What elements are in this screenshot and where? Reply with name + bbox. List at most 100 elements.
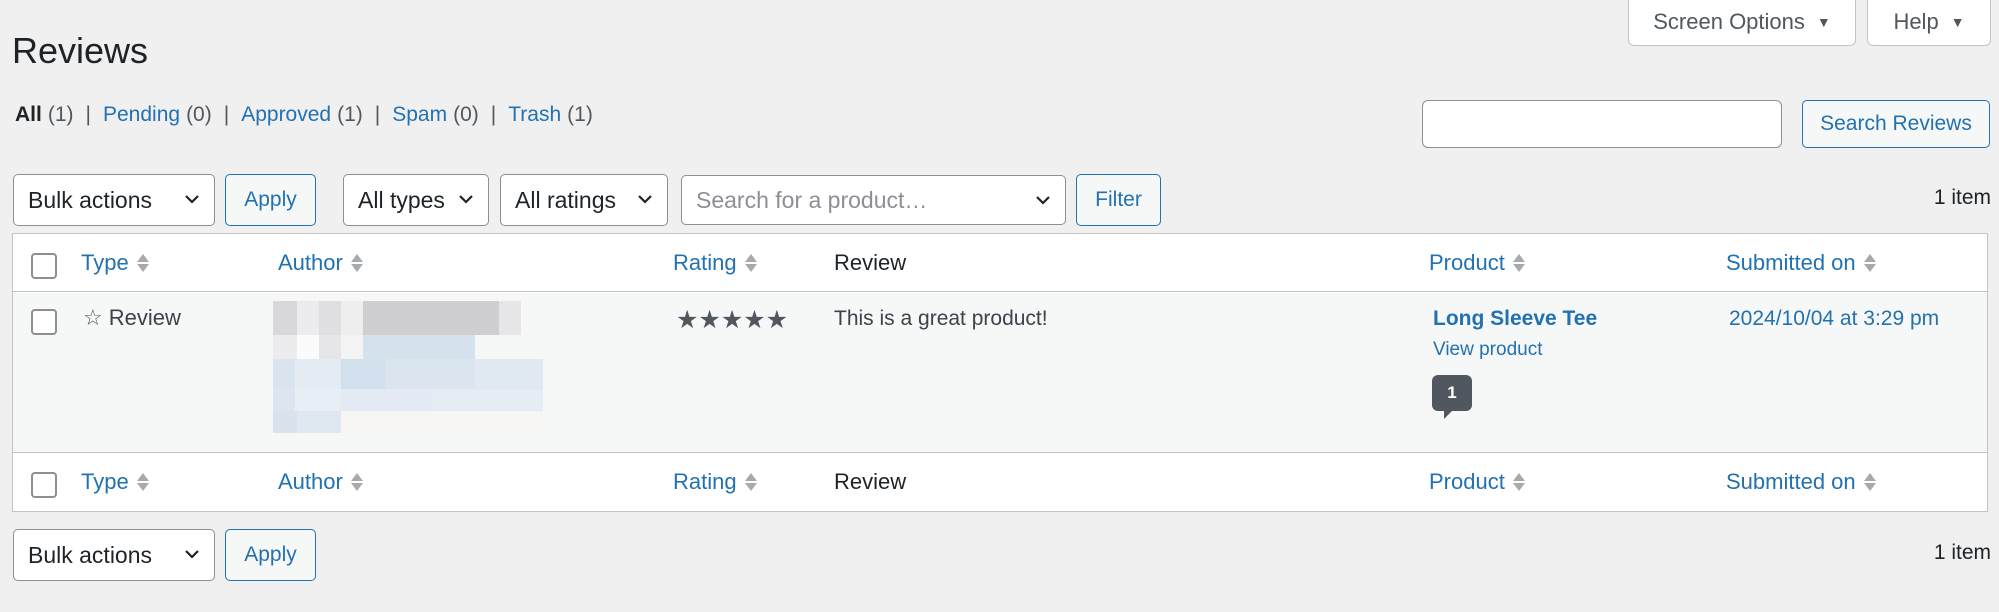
- column-submitted-on[interactable]: Submitted on: [1726, 250, 1876, 276]
- column-label: Rating: [673, 250, 737, 275]
- items-count: 1 item: [1933, 186, 1991, 209]
- chevron-down-icon: [1036, 196, 1050, 205]
- page-title: Reviews: [12, 30, 149, 71]
- screen-options-label: Screen Options: [1653, 8, 1805, 34]
- author-avatar-blurred: [273, 301, 545, 437]
- view-product-link[interactable]: View product: [1433, 339, 1543, 361]
- filter-spam[interactable]: Spam (0): [392, 103, 479, 127]
- bulk-actions-value: Bulk actions: [28, 186, 153, 213]
- chevron-down-icon: [185, 550, 199, 559]
- separator: |: [223, 103, 230, 126]
- help-button[interactable]: Help ▼: [1867, 0, 1991, 46]
- filter-button[interactable]: Filter: [1076, 174, 1161, 226]
- star-outline-icon: ☆: [83, 305, 103, 330]
- separator: |: [490, 103, 497, 126]
- column-rating[interactable]: Rating: [673, 250, 757, 276]
- product-search-select[interactable]: Search for a product…: [681, 175, 1066, 225]
- row-type-label: Review: [108, 305, 181, 330]
- bulk-actions-value: Bulk actions: [28, 541, 153, 568]
- filter-label: All: [15, 103, 42, 126]
- ratings-select[interactable]: All ratings: [500, 174, 668, 226]
- sort-icon: [744, 254, 757, 272]
- column-label: Product: [1429, 469, 1505, 494]
- column-label: Rating: [673, 469, 737, 494]
- column-label: Review: [834, 469, 907, 494]
- review-text: This is a great product!: [834, 307, 1048, 330]
- rating-stars: ★★★★★: [676, 306, 789, 334]
- table-header: Type Author Rating Review Product Submit…: [13, 234, 1987, 292]
- column-product[interactable]: Product: [1429, 469, 1525, 495]
- product-name: Long Sleeve Tee: [1433, 307, 1598, 330]
- column-product[interactable]: Product: [1429, 250, 1525, 276]
- sort-icon: [1863, 254, 1876, 272]
- table-footer: Type Author Rating Review Product Submit…: [13, 452, 1987, 511]
- column-rating[interactable]: Rating: [673, 469, 757, 495]
- types-value: All types: [358, 186, 445, 213]
- reviews-table: Type Author Rating Review Product Submit…: [12, 233, 1988, 512]
- filter-count: (1): [47, 103, 74, 126]
- chevron-down-icon: [185, 195, 199, 204]
- column-review: Review: [834, 469, 906, 495]
- filter-label: Pending: [102, 103, 181, 126]
- column-author[interactable]: Author: [278, 469, 363, 495]
- filter-count: (1): [567, 103, 593, 126]
- apply-button-bottom[interactable]: Apply: [225, 529, 316, 581]
- separator: |: [85, 103, 91, 126]
- view-product-label: View product: [1433, 339, 1543, 360]
- submitted-on-value: 2024/10/04 at 3:29 pm: [1729, 307, 1940, 330]
- select-all-checkbox[interactable]: [31, 253, 57, 279]
- column-author[interactable]: Author: [278, 250, 363, 276]
- bulk-actions-select-bottom[interactable]: Bulk actions: [13, 529, 215, 581]
- column-type[interactable]: Type: [81, 469, 149, 495]
- column-review: Review: [834, 250, 906, 276]
- filter-trash[interactable]: Trash (1): [508, 103, 593, 127]
- chevron-down-icon: [638, 195, 652, 204]
- column-label: Author: [278, 469, 343, 494]
- filter-label: Trash: [508, 103, 562, 126]
- separator: |: [374, 103, 381, 126]
- search-input[interactable]: [1422, 100, 1782, 148]
- search-reviews-button[interactable]: Search Reviews: [1802, 100, 1990, 148]
- status-filter-links: All (1) | Pending (0) | Approved (1) | S…: [15, 103, 593, 127]
- ratings-value: All ratings: [515, 186, 616, 213]
- filter-pending[interactable]: Pending (0): [103, 103, 212, 127]
- column-label: Submitted on: [1726, 469, 1856, 494]
- types-select[interactable]: All types: [343, 174, 489, 226]
- filter-count: (1): [337, 103, 363, 126]
- sort-icon: [350, 473, 363, 491]
- filter-all[interactable]: All (1): [15, 103, 74, 127]
- column-submitted-on[interactable]: Submitted on: [1726, 469, 1876, 495]
- filter-count: (0): [186, 103, 212, 126]
- column-label: Product: [1429, 250, 1505, 275]
- filter-approved[interactable]: Approved (1): [241, 103, 363, 127]
- chevron-down-icon: [459, 195, 473, 204]
- sort-icon: [744, 473, 757, 491]
- column-label: Submitted on: [1726, 250, 1856, 275]
- select-all-checkbox[interactable]: [31, 472, 57, 498]
- caret-down-icon: ▼: [1816, 13, 1831, 30]
- column-label: Review: [834, 250, 907, 275]
- help-label: Help: [1893, 8, 1939, 34]
- filter-label: Approved: [241, 103, 332, 126]
- sort-icon: [136, 254, 149, 272]
- table-row: ☆ Review ★★★★★ This is a great product! …: [13, 293, 1987, 452]
- sort-icon: [350, 254, 363, 272]
- column-label: Type: [81, 250, 129, 275]
- sort-icon: [1863, 473, 1876, 491]
- column-label: Author: [278, 250, 343, 275]
- row-type: ☆ Review: [83, 305, 181, 331]
- items-count-bottom: 1 item: [1933, 541, 1991, 564]
- apply-button[interactable]: Apply: [225, 174, 316, 226]
- screen-options-button[interactable]: Screen Options ▼: [1628, 0, 1856, 46]
- filter-count: (0): [453, 103, 479, 126]
- column-label: Type: [81, 469, 129, 494]
- sort-icon: [1512, 473, 1525, 491]
- product-link[interactable]: Long Sleeve Tee: [1433, 307, 1597, 331]
- submitted-on-link[interactable]: 2024/10/04 at 3:29 pm: [1729, 307, 1939, 331]
- comment-count-bubble[interactable]: 1: [1432, 375, 1472, 419]
- column-type[interactable]: Type: [81, 250, 149, 276]
- sort-icon: [136, 473, 149, 491]
- row-checkbox[interactable]: [31, 309, 57, 335]
- bulk-actions-select[interactable]: Bulk actions: [13, 174, 215, 226]
- product-search-placeholder: Search for a product…: [696, 186, 928, 213]
